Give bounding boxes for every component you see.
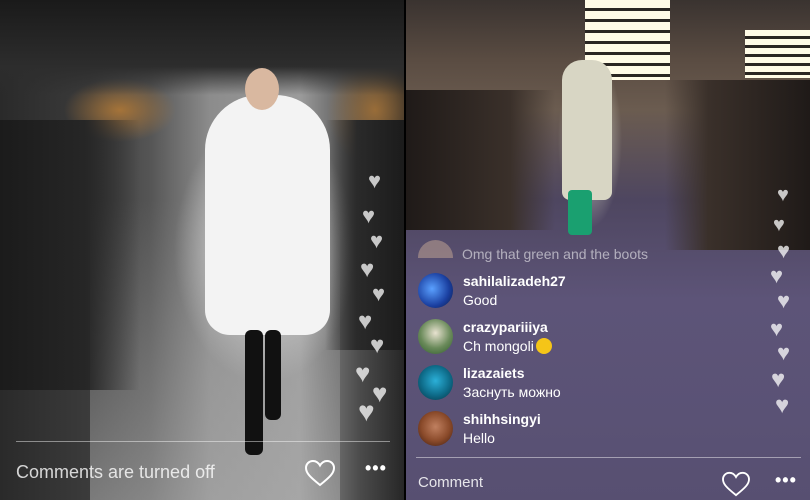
left-live-stream: ♥ ♥ ♥ ♥ ♥ ♥ ♥ ♥ ♥ ♥ Comments are turned … bbox=[0, 0, 405, 500]
more-horizontal-icon[interactable]: ••• bbox=[775, 470, 797, 491]
footer-divider bbox=[16, 441, 390, 442]
avatar bbox=[418, 240, 453, 258]
venue-ceiling bbox=[0, 0, 405, 95]
avatar[interactable] bbox=[418, 319, 453, 354]
heart-icon: ♥ bbox=[372, 281, 386, 306]
heart-icon: ♥ bbox=[360, 256, 375, 283]
heart-icon: ♥ bbox=[777, 238, 791, 263]
ceiling-lights bbox=[745, 30, 810, 78]
faded-comment: Omg that green and the boots bbox=[462, 246, 649, 262]
comment-text: Ch mongoli bbox=[463, 338, 552, 354]
footer-divider bbox=[416, 457, 801, 458]
avatar[interactable] bbox=[418, 411, 453, 446]
heart-icon: ♥ bbox=[370, 332, 385, 359]
instagram-live-split-view: ♥ ♥ ♥ ♥ ♥ ♥ ♥ ♥ ♥ ♥ Comments are turned … bbox=[0, 0, 810, 500]
heart-icon: ♥ bbox=[773, 214, 785, 236]
model-green-boots bbox=[568, 190, 592, 235]
heart-icon: ♥ bbox=[777, 288, 791, 313]
model-boot bbox=[265, 330, 281, 420]
audience-left bbox=[0, 120, 140, 390]
audience-left bbox=[405, 90, 555, 230]
comment-username[interactable]: lizazaiets bbox=[463, 365, 524, 381]
split-divider bbox=[404, 0, 406, 500]
heart-icon: ♥ bbox=[775, 392, 790, 419]
more-horizontal-icon[interactable]: ••• bbox=[365, 458, 387, 479]
model-cream-coat bbox=[562, 60, 612, 200]
comment-input[interactable]: Comment bbox=[418, 474, 483, 491]
avatar[interactable] bbox=[418, 273, 453, 308]
comment-text: Good bbox=[463, 292, 498, 308]
comment-text: Hello bbox=[463, 430, 495, 446]
grinning-emoji-icon bbox=[535, 338, 552, 354]
heart-icon: ♥ bbox=[358, 396, 375, 427]
heart-icon: ♥ bbox=[368, 168, 382, 193]
comment-username[interactable]: shihhsingyi bbox=[463, 411, 541, 427]
heart-icon: ♥ bbox=[777, 184, 789, 206]
model-white-coat bbox=[205, 95, 330, 335]
model-head bbox=[245, 68, 279, 110]
model-boot bbox=[245, 330, 263, 455]
comment-username[interactable]: sahilalizadeh27 bbox=[463, 273, 566, 289]
heart-icon: ♥ bbox=[355, 358, 371, 388]
comment-text: Заснуть можно bbox=[463, 384, 561, 400]
heart-icon: ♥ bbox=[362, 203, 376, 228]
heart-outline-icon[interactable] bbox=[304, 459, 336, 487]
heart-icon: ♥ bbox=[358, 308, 373, 335]
audience-right bbox=[665, 80, 810, 250]
heart-outline-icon[interactable] bbox=[721, 471, 751, 497]
heart-icon: ♥ bbox=[770, 316, 784, 341]
comments-disabled-label: Comments are turned off bbox=[16, 462, 215, 482]
heart-icon: ♥ bbox=[370, 228, 384, 253]
avatar[interactable] bbox=[418, 365, 453, 400]
comment-username[interactable]: crazypariiiya bbox=[463, 319, 548, 335]
heart-icon: ♥ bbox=[771, 366, 786, 393]
heart-icon: ♥ bbox=[770, 263, 784, 288]
right-live-stream: ♥ ♥ ♥ ♥ ♥ ♥ ♥ ♥ ♥ Omg that green and the… bbox=[405, 0, 810, 500]
heart-icon: ♥ bbox=[777, 340, 791, 365]
comment-text: Ch mongoli bbox=[463, 338, 534, 354]
